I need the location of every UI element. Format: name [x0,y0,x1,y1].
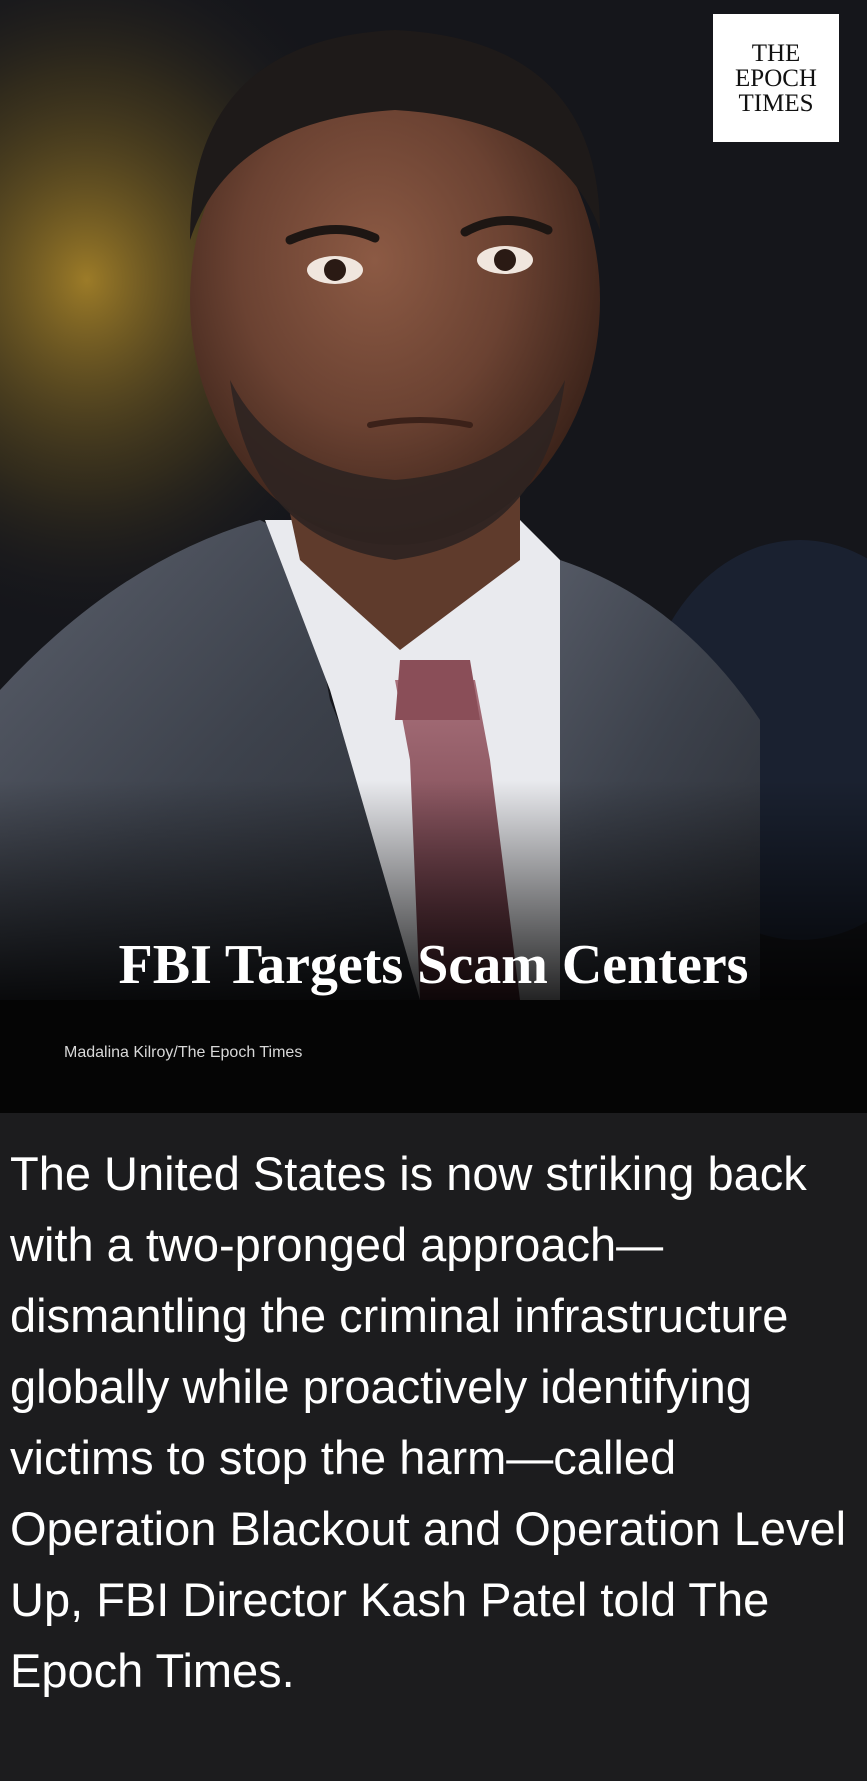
logo-line: THE [751,39,801,67]
article-hero-image[interactable]: THE EPOCH TIMES FBI Targets Scam Centers [0,0,867,1000]
portrait-photo [0,0,867,1000]
publisher-logo: THE EPOCH TIMES [713,14,839,142]
logo-line: EPOCH [735,64,817,92]
article-headline[interactable]: FBI Targets Scam Centers [0,930,867,1000]
logo-line: TIMES [738,89,814,117]
post-body-text: The United States is now striking back w… [10,1147,847,1697]
photo-credit: Madalina Kilroy/The Epoch Times [64,1044,303,1061]
